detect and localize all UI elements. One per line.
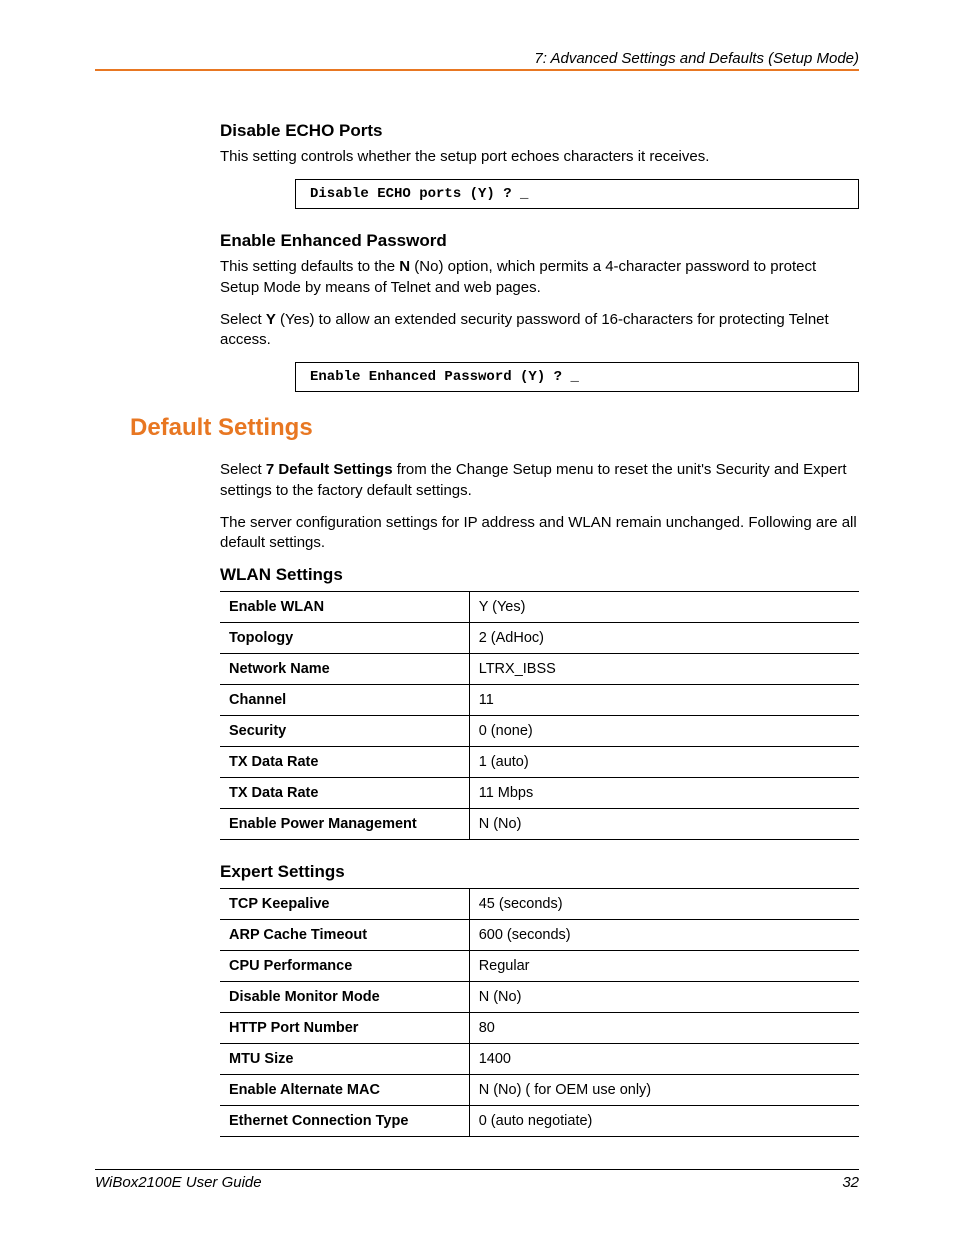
setting-key: Enable WLAN (220, 592, 469, 623)
heading-default-settings: Default Settings (130, 414, 859, 442)
setting-value: 0 (auto negotiate) (469, 1106, 859, 1137)
table-row: Disable Monitor ModeN (No) (220, 982, 859, 1013)
running-header: 7: Advanced Settings and Defaults (Setup… (95, 50, 859, 71)
table-row: MTU Size1400 (220, 1044, 859, 1075)
setting-value: 11 Mbps (469, 778, 859, 809)
setting-value: LTRX_IBSS (469, 654, 859, 685)
setting-value: 1 (auto) (469, 747, 859, 778)
table-row: Enable Alternate MACN (No) ( for OEM use… (220, 1075, 859, 1106)
setting-key: Security (220, 716, 469, 747)
text-fragment: Select (220, 461, 266, 478)
setting-value: 2 (AdHoc) (469, 623, 859, 654)
setting-key: Enable Power Management (220, 809, 469, 840)
setting-key: TX Data Rate (220, 747, 469, 778)
setting-key: MTU Size (220, 1044, 469, 1075)
table-row: Topology2 (AdHoc) (220, 623, 859, 654)
table-row: Channel11 (220, 685, 859, 716)
heading-enhanced-password: Enable Enhanced Password (220, 231, 859, 251)
setting-value: 80 (469, 1013, 859, 1044)
heading-expert-settings: Expert Settings (220, 862, 859, 882)
setting-value: 0 (none) (469, 716, 859, 747)
setting-value: N (No) (469, 982, 859, 1013)
table-row: Network NameLTRX_IBSS (220, 654, 859, 685)
setting-key: Ethernet Connection Type (220, 1106, 469, 1137)
setting-value: 45 (seconds) (469, 889, 859, 920)
table-row: Enable Power ManagementN (No) (220, 809, 859, 840)
table-row: CPU PerformanceRegular (220, 951, 859, 982)
setting-value: Y (Yes) (469, 592, 859, 623)
para-echo-desc: This setting controls whether the setup … (220, 147, 859, 167)
text-fragment: Select (220, 311, 266, 328)
setting-value: 600 (seconds) (469, 920, 859, 951)
table-wlan: Enable WLANY (Yes)Topology2 (AdHoc)Netwo… (220, 591, 859, 840)
heading-disable-echo: Disable ECHO Ports (220, 121, 859, 141)
page-footer: WiBox2100E User Guide 32 (95, 1169, 859, 1191)
setting-key: Topology (220, 623, 469, 654)
codebox-enhanced: Enable Enhanced Password (Y) ? _ (295, 362, 859, 392)
text-fragment: This setting defaults to the (220, 258, 399, 275)
text-fragment: (Yes) to allow an extended security pass… (220, 311, 829, 348)
setting-key: Network Name (220, 654, 469, 685)
setting-key: Disable Monitor Mode (220, 982, 469, 1013)
setting-value: N (No) (469, 809, 859, 840)
text-bold-n: N (399, 258, 410, 275)
para-enhanced-2: Select Y (Yes) to allow an extended secu… (220, 310, 859, 351)
footer-title: WiBox2100E User Guide (95, 1174, 262, 1191)
para-default-2: The server configuration settings for IP… (220, 513, 859, 554)
setting-value: Regular (469, 951, 859, 982)
table-row: HTTP Port Number80 (220, 1013, 859, 1044)
text-bold-menu: 7 Default Settings (266, 461, 393, 478)
setting-value: 11 (469, 685, 859, 716)
codebox-echo: Disable ECHO ports (Y) ? _ (295, 179, 859, 209)
table-row: TX Data Rate11 Mbps (220, 778, 859, 809)
table-row: Enable WLANY (Yes) (220, 592, 859, 623)
table-row: TX Data Rate1 (auto) (220, 747, 859, 778)
setting-value: 1400 (469, 1044, 859, 1075)
table-expert: TCP Keepalive45 (seconds)ARP Cache Timeo… (220, 888, 859, 1137)
setting-value: N (No) ( for OEM use only) (469, 1075, 859, 1106)
para-default-1: Select 7 Default Settings from the Chang… (220, 460, 859, 501)
table-row: ARP Cache Timeout600 (seconds) (220, 920, 859, 951)
table-row: Security0 (none) (220, 716, 859, 747)
text-bold-y: Y (266, 311, 276, 328)
setting-key: CPU Performance (220, 951, 469, 982)
heading-wlan-settings: WLAN Settings (220, 565, 859, 585)
table-row: TCP Keepalive45 (seconds) (220, 889, 859, 920)
setting-key: Channel (220, 685, 469, 716)
setting-key: Enable Alternate MAC (220, 1075, 469, 1106)
para-enhanced-1: This setting defaults to the N (No) opti… (220, 257, 859, 298)
page-number: 32 (842, 1174, 859, 1191)
setting-key: TX Data Rate (220, 778, 469, 809)
table-row: Ethernet Connection Type0 (auto negotiat… (220, 1106, 859, 1137)
setting-key: HTTP Port Number (220, 1013, 469, 1044)
setting-key: TCP Keepalive (220, 889, 469, 920)
setting-key: ARP Cache Timeout (220, 920, 469, 951)
